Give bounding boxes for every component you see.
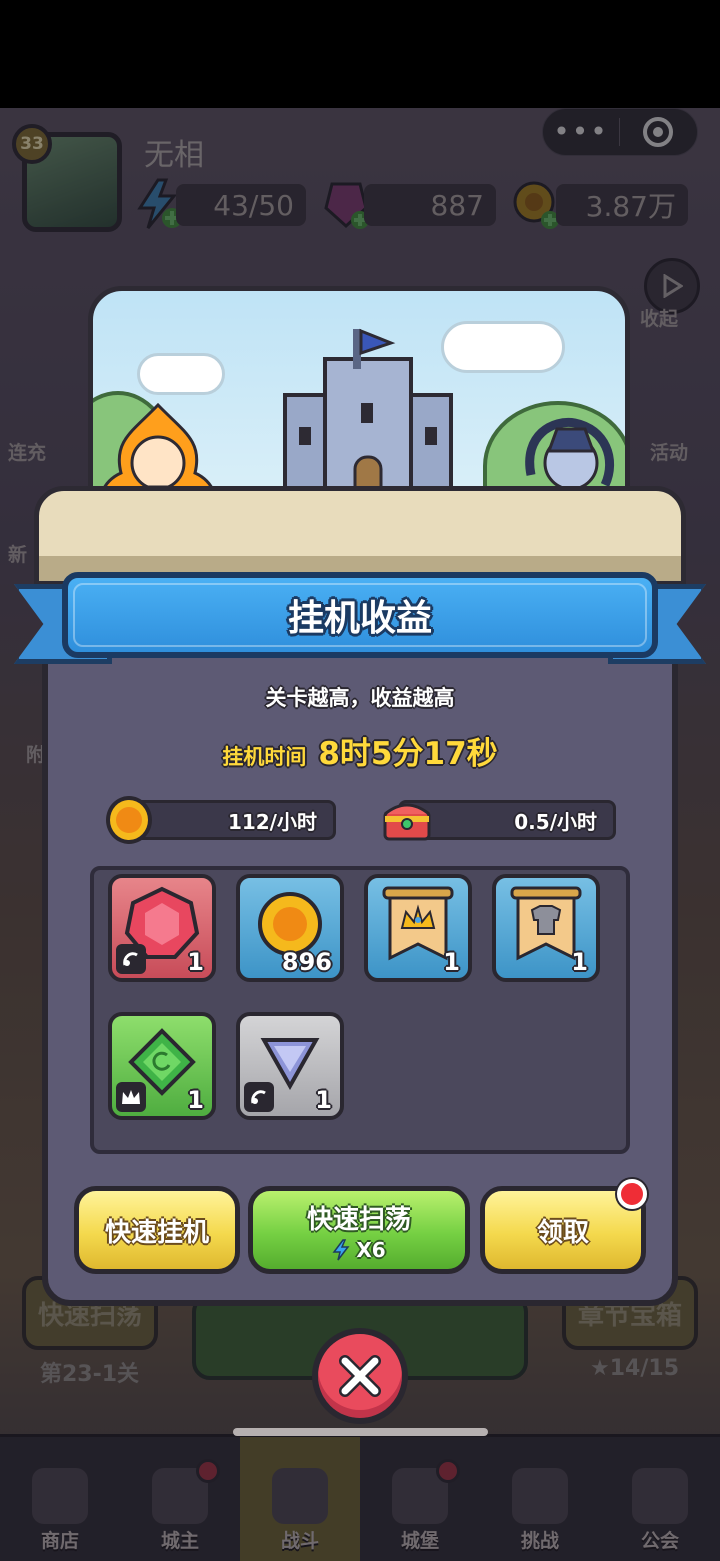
notification-dot: [617, 1179, 647, 1209]
reward-count: 1: [187, 948, 204, 976]
sweep-cost: X6: [332, 1237, 386, 1262]
idle-time-value: 8时5分17秒: [318, 736, 498, 772]
reward-item[interactable]: 1: [492, 874, 600, 982]
title-banner: 挂机收益: [62, 572, 658, 658]
idle-rewards-dialog: 挂机收益 关卡越高，收益越高 挂机时间 8时5分17秒 112/小时 0.5/小…: [0, 0, 720, 1561]
fragment-icon: [116, 944, 146, 974]
reward-item[interactable]: 1: [108, 1012, 216, 1120]
claim-label: 领取: [536, 1217, 589, 1248]
quick-sweep-label: 快速扫荡: [306, 1204, 411, 1235]
treasure-chest-icon: [383, 803, 431, 841]
reward-grid: 1 896 1 1 1 1: [90, 866, 630, 1154]
reward-count: 1: [443, 948, 460, 976]
cloud: [137, 353, 225, 395]
fragment-icon: [244, 1082, 274, 1112]
quick-sweep-button[interactable]: 快速扫荡 X6: [248, 1186, 470, 1274]
reward-item[interactable]: 1: [364, 874, 472, 982]
close-button[interactable]: [312, 1328, 408, 1424]
gold-coin-icon: [106, 796, 152, 844]
reward-item[interactable]: 896: [236, 874, 344, 982]
dialog-title: 挂机收益: [287, 598, 432, 639]
claim-button[interactable]: 领取: [480, 1179, 647, 1274]
quick-idle-label: 快速挂机: [104, 1217, 209, 1248]
quick-idle-button[interactable]: 快速挂机: [74, 1186, 240, 1274]
reward-count: 1: [571, 948, 588, 976]
close-icon: [339, 1355, 381, 1397]
castle-icon: [283, 328, 453, 507]
reward-count: 1: [187, 1086, 204, 1114]
reward-item[interactable]: 1: [236, 1012, 344, 1120]
idle-time: 挂机时间 8时5分17秒: [0, 728, 720, 773]
hint-text: 关卡越高，收益越高: [265, 686, 455, 710]
reward-item[interactable]: 1: [108, 874, 216, 982]
reward-count: 896: [281, 948, 332, 976]
idle-time-label: 挂机时间: [222, 745, 307, 769]
energy-bolt-icon: [332, 1238, 350, 1260]
cloud: [441, 321, 565, 373]
crown-icon: [116, 1082, 146, 1112]
reward-count: 1: [315, 1086, 332, 1114]
sweep-cost-value: X6: [356, 1237, 386, 1262]
